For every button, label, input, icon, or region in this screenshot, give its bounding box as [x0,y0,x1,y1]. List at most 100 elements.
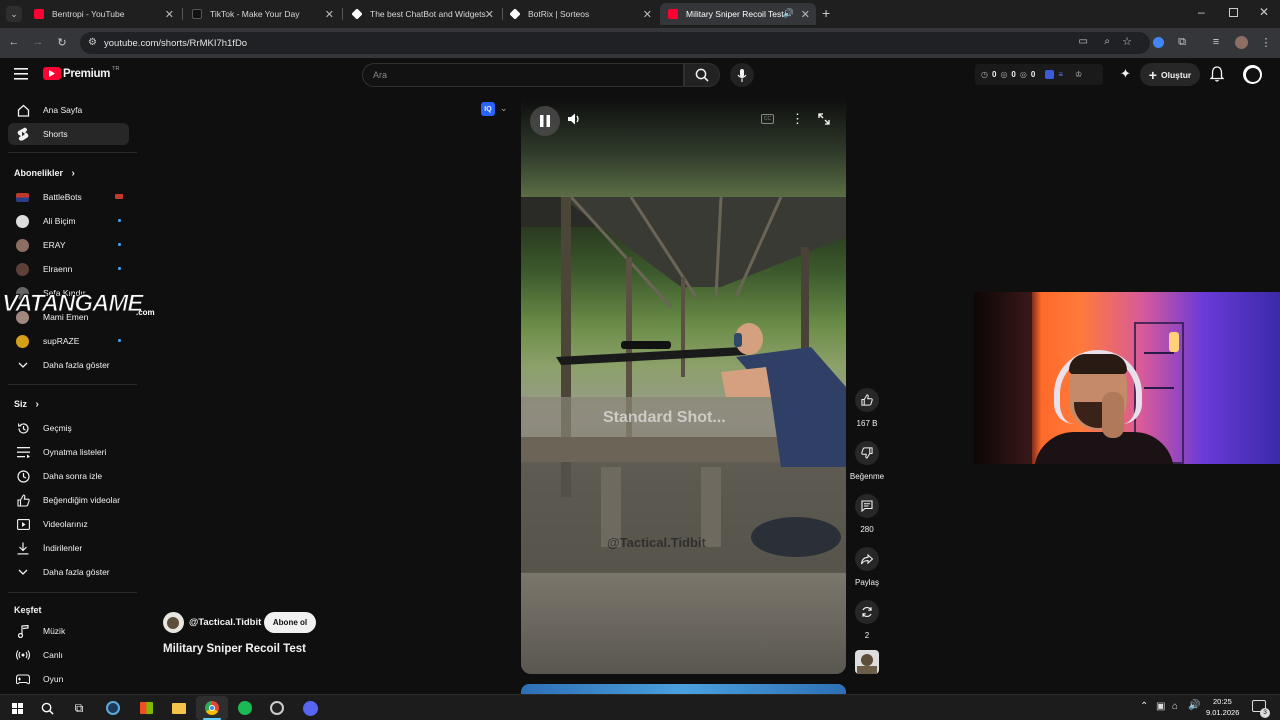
bookmark-star-icon[interactable]: ☆ [1122,35,1132,48]
sidebar-item-shorts[interactable]: Shorts [8,123,129,145]
voice-search-button[interactable] [730,63,754,87]
task-view-icon[interactable]: ⧉ [70,699,88,717]
sidebar-sub-battlebots[interactable]: BattleBots [8,186,129,208]
store-icon[interactable] [137,699,155,717]
extension-blue-icon[interactable] [1150,34,1166,50]
sidebar-item-downloads[interactable]: İndirilenler [8,537,129,559]
chrome-icon[interactable] [196,696,228,720]
you-section-header[interactable]: Siz › [14,399,39,410]
new-tab-button[interactable]: + [822,5,830,21]
volume-tray-icon[interactable]: 🔊 [1188,700,1200,711]
hamburger-menu-icon[interactable] [14,68,28,80]
sidebar-item-liked-videos[interactable]: Beğendiğim videolar [8,489,129,511]
sidebar-item-home[interactable]: Ana Sayfa [8,99,129,121]
sidebar-item-watch-later[interactable]: Daha sonra izle [8,465,129,487]
search-input[interactable]: Ara [362,63,684,87]
sidebar-item-playlists[interactable]: Oynatma listeleri [8,441,129,463]
more-options-icon[interactable]: ⋮ [791,111,804,127]
obs-icon[interactable] [268,699,286,717]
steam-icon[interactable] [104,699,122,717]
browser-toolbar: ← → ↻ ⚙ youtube.com/shorts/RrMKI7h1fDo ▭… [0,28,1280,58]
share-button[interactable] [855,547,879,571]
shorts-video-player[interactable]: Standard Shot... @Tactical.Tidbit CC ⋮ [521,97,846,674]
like-button[interactable] [855,388,879,412]
speaker-icon[interactable]: 🔊 [783,8,794,19]
sidebar-item-music[interactable]: Müzik [8,620,129,642]
remix-button[interactable] [855,600,879,624]
sidebar-you-show-more[interactable]: Daha fazla göster [8,561,129,583]
sidebar-item-gaming[interactable]: Oyun [8,668,129,690]
close-tab-icon[interactable]: ✕ [485,8,494,21]
short-title[interactable]: Military Sniper Recoil Test [163,643,306,655]
close-tab-icon[interactable]: ✕ [325,8,334,21]
address-bar[interactable]: ⚙ youtube.com/shorts/RrMKI7h1fDo ▭ ⌕ ☆ [80,32,1150,54]
dislike-button[interactable] [855,441,879,465]
fullscreen-icon[interactable] [818,113,830,125]
next-short-preview[interactable] [521,684,846,694]
site-info-icon[interactable]: ⚙ [88,37,97,48]
minimize-button[interactable]: – [1198,5,1205,19]
youtube-logo[interactable]: Premium TR [43,66,119,80]
volume-button[interactable] [567,112,581,126]
back-icon[interactable]: ← [6,34,22,50]
restore-button[interactable] [1229,8,1238,17]
pause-button[interactable] [530,106,560,136]
notifications-bell-icon[interactable] [1210,66,1224,82]
tab-search-button[interactable]: ⌄ [6,6,22,22]
tray-chevron-icon[interactable]: ⌃ [1140,701,1148,712]
channel-name[interactable]: @Tactical.Tidbit [189,617,261,628]
clock-date[interactable]: 9.01.2026 [1206,708,1239,717]
windows-start-icon[interactable] [8,699,26,717]
network-icon[interactable]: ⌂ [1172,701,1178,712]
tab-chatbot[interactable]: The best ChatBot and Widgets ✕ [344,3,500,25]
close-tab-icon[interactable]: ✕ [801,8,810,21]
zoom-icon[interactable]: ⌕ [1104,36,1110,47]
account-avatar[interactable] [1243,65,1262,84]
sidebar-subs-show-more[interactable]: Daha fazla göster [8,354,129,376]
sidebar-item-label: Ana Sayfa [43,105,83,115]
close-tab-icon[interactable]: ✕ [643,8,652,21]
sound-thumbnail[interactable] [855,650,879,674]
subscribe-button[interactable]: Abone ol [264,612,316,633]
sidebar-sub-ali-bicim[interactable]: Ali Biçim [8,210,129,232]
create-button[interactable]: + Oluştur [1140,63,1200,86]
chrome-menu-icon[interactable]: ⋮ [1258,34,1274,50]
gem-icon[interactable]: ✦ [1120,66,1131,82]
close-window-button[interactable]: ✕ [1259,5,1269,19]
clock-time[interactable]: 20:25 [1213,697,1232,706]
music-icon [16,624,30,638]
sidebar-item-live[interactable]: Canlı [8,644,129,666]
reload-icon[interactable]: ↻ [54,34,70,50]
extension-icon [1045,70,1055,79]
create-label: Oluştur [1160,69,1192,80]
extensions-puzzle-icon[interactable]: ⧉ [1174,34,1190,50]
tab-military-sniper[interactable]: Military Sniper Recoil Test - 🔊 ✕ [660,3,816,25]
extension-counter-widget[interactable]: ◷ 0 ◎ 0 ◎ 0 ≡ ♔ [975,64,1103,85]
tab-tiktok[interactable]: TikTok - Make Your Day ✕ [184,3,340,25]
channel-avatar[interactable] [163,612,184,633]
spotify-icon[interactable] [236,699,254,717]
tab-botrix[interactable]: BotRix | Sorteos ✕ [502,3,658,25]
sidebar-sub-supraze[interactable]: supRAZE [8,330,129,352]
chevron-down-icon [16,565,30,579]
media-controls-icon[interactable]: ≡ [1208,34,1224,50]
comments-button[interactable] [855,494,879,518]
sidebar-sub-elraenn[interactable]: Elraenn [8,258,129,280]
search-icon[interactable] [38,699,56,717]
sidebar-item-your-videos[interactable]: Videolarınız [8,513,129,535]
sidebar-item-history[interactable]: Geçmiş [8,417,129,439]
captions-icon[interactable]: CC [761,114,774,124]
discord-icon[interactable] [301,699,319,717]
close-tab-icon[interactable]: ✕ [165,8,174,21]
forward-icon[interactable]: → [30,34,46,50]
profile-avatar[interactable] [1233,34,1249,50]
cast-icon[interactable]: ▭ [1079,36,1088,47]
search-button[interactable] [684,63,720,87]
playback-quality-extension-icon[interactable]: IQ [481,102,495,116]
tray-app-icon[interactable]: ▣ [1156,701,1165,712]
subscriptions-header[interactable]: Abonelikler › [14,168,75,179]
file-explorer-icon[interactable] [170,699,188,717]
chevron-down-icon[interactable]: ⌄ [500,103,508,114]
sidebar-sub-eray[interactable]: ERAY [8,234,129,256]
tab-bentropi[interactable]: Bentropi - YouTube ✕ [26,3,180,25]
